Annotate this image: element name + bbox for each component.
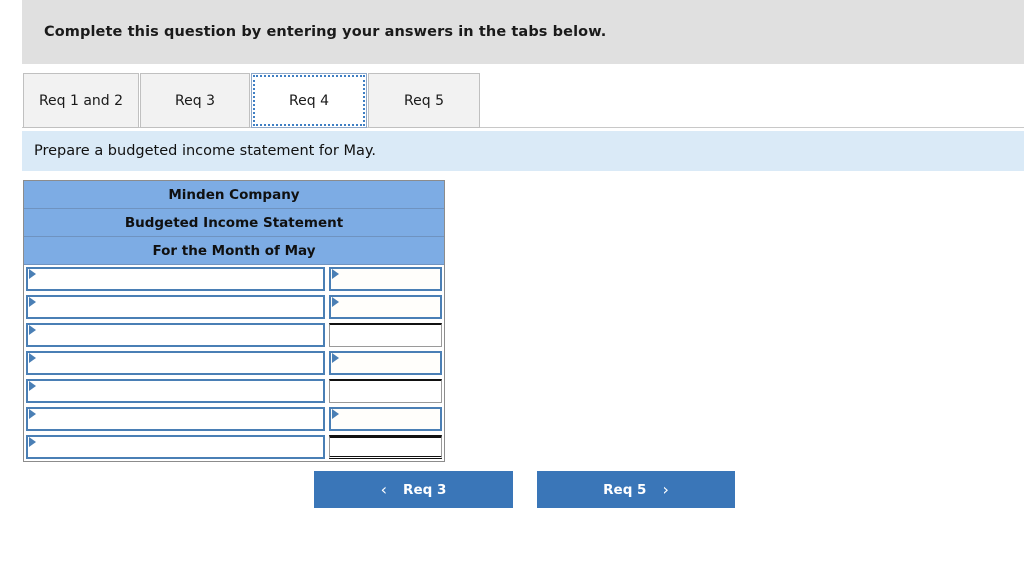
tab-req-1-and-2[interactable]: Req 1 and 2 bbox=[23, 73, 139, 128]
requirement-tabs: Req 1 and 2 Req 3 Req 4 Req 5 bbox=[0, 73, 1024, 128]
label-input-2[interactable] bbox=[26, 295, 325, 319]
tab-label: Req 5 bbox=[404, 92, 444, 109]
requirement-prompt-text: Prepare a budgeted income statement for … bbox=[34, 143, 376, 159]
amount-cell bbox=[327, 349, 444, 377]
label-input-4[interactable] bbox=[26, 351, 325, 375]
label-input-3[interactable] bbox=[26, 323, 325, 347]
dropdown-triangle-icon bbox=[28, 325, 37, 336]
amount-cell bbox=[327, 433, 444, 461]
chevron-right-icon: › bbox=[662, 479, 669, 499]
dropdown-triangle-icon bbox=[28, 269, 37, 280]
label-input-6[interactable] bbox=[26, 407, 325, 431]
amount-input-2[interactable] bbox=[329, 295, 442, 319]
requirement-prompt-bar: Prepare a budgeted income statement for … bbox=[22, 131, 1024, 171]
dropdown-triangle-icon bbox=[331, 297, 340, 308]
tab-label: Req 3 bbox=[175, 92, 215, 109]
label-input-5[interactable] bbox=[26, 379, 325, 403]
statement-title-text: For the Month of May bbox=[152, 242, 316, 259]
tab-label: Req 4 bbox=[289, 92, 329, 109]
amount-input-1[interactable] bbox=[329, 267, 442, 291]
amount-subtotal-5[interactable] bbox=[329, 379, 442, 403]
amount-cell bbox=[327, 377, 444, 405]
next-requirement-button[interactable]: Req 5 › bbox=[537, 471, 735, 508]
label-cell bbox=[24, 349, 327, 377]
budgeted-income-statement-table: Minden Company Budgeted Income Statement… bbox=[23, 180, 445, 462]
table-row bbox=[24, 405, 444, 433]
amount-cell bbox=[327, 321, 444, 349]
dropdown-triangle-icon bbox=[28, 409, 37, 420]
amount-cell bbox=[327, 293, 444, 321]
statement-title-period: For the Month of May bbox=[24, 237, 444, 265]
dropdown-triangle-icon bbox=[331, 353, 340, 364]
statement-title-text: Budgeted Income Statement bbox=[124, 214, 344, 231]
table-row bbox=[24, 321, 444, 349]
statement-title-text: Minden Company bbox=[168, 186, 300, 203]
tab-label: Req 1 and 2 bbox=[38, 92, 124, 109]
table-row bbox=[24, 349, 444, 377]
amount-cell bbox=[327, 405, 444, 433]
prev-requirement-label: Req 3 bbox=[403, 481, 447, 498]
label-cell bbox=[24, 405, 327, 433]
label-cell bbox=[24, 265, 327, 293]
label-cell bbox=[24, 321, 327, 349]
table-row bbox=[24, 433, 444, 461]
dropdown-triangle-icon bbox=[28, 353, 37, 364]
amount-input-4[interactable] bbox=[329, 351, 442, 375]
dropdown-triangle-icon bbox=[331, 269, 340, 280]
label-cell bbox=[24, 293, 327, 321]
instruction-banner-text: Complete this question by entering your … bbox=[44, 24, 607, 40]
amount-total-7[interactable] bbox=[329, 435, 442, 459]
table-row bbox=[24, 265, 444, 293]
table-row bbox=[24, 293, 444, 321]
prev-requirement-button[interactable]: ‹ Req 3 bbox=[314, 471, 513, 508]
chevron-left-icon: ‹ bbox=[380, 479, 388, 499]
label-input-1[interactable] bbox=[26, 267, 325, 291]
label-cell bbox=[24, 433, 327, 461]
label-cell bbox=[24, 377, 327, 405]
instruction-banner: Complete this question by entering your … bbox=[22, 0, 1024, 64]
amount-subtotal-3[interactable] bbox=[329, 323, 442, 347]
dropdown-triangle-icon bbox=[331, 409, 340, 420]
tab-req-4[interactable]: Req 4 bbox=[251, 73, 367, 128]
amount-cell bbox=[327, 265, 444, 293]
label-input-7[interactable] bbox=[26, 435, 325, 459]
tab-req-5[interactable]: Req 5 bbox=[368, 73, 480, 128]
next-requirement-label: Req 5 bbox=[603, 481, 647, 498]
statement-title-company: Minden Company bbox=[24, 181, 444, 209]
statement-title-report: Budgeted Income Statement bbox=[24, 209, 444, 237]
table-row bbox=[24, 377, 444, 405]
amount-input-6[interactable] bbox=[329, 407, 442, 431]
dropdown-triangle-icon bbox=[28, 437, 37, 448]
tab-req-3[interactable]: Req 3 bbox=[140, 73, 250, 128]
dropdown-triangle-icon bbox=[28, 381, 37, 392]
dropdown-triangle-icon bbox=[28, 297, 37, 308]
